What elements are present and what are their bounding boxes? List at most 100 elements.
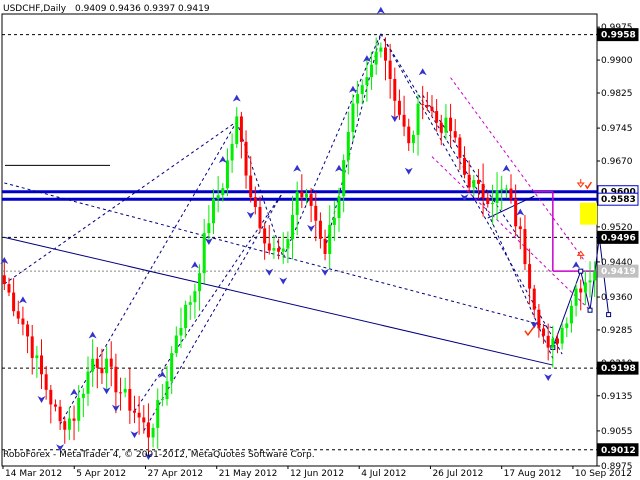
level-label-5: 0.9198 bbox=[601, 364, 636, 374]
time-tick-label: 27 Apr 2012 bbox=[147, 469, 203, 479]
candle-body bbox=[212, 198, 216, 224]
copyright-text: RoboForex - MetaTrader 4, © 2001-2012, M… bbox=[3, 450, 315, 460]
candle-body bbox=[156, 400, 160, 428]
candle-body bbox=[481, 183, 485, 198]
time-tick-label: 14 Mar 2012 bbox=[5, 469, 62, 479]
price-tick-label: 0.9135 bbox=[601, 392, 633, 402]
price-chart[interactable]: 0.99750.99000.98250.97450.96700.95950.95… bbox=[0, 0, 640, 480]
candle-body bbox=[114, 366, 118, 393]
level-label-0: 0.9958 bbox=[601, 31, 636, 41]
candle-body bbox=[593, 271, 597, 281]
candle-body bbox=[53, 404, 57, 407]
chart-window[interactable]: 0.99750.99000.98250.97450.96700.95950.95… bbox=[0, 0, 640, 480]
time-tick-label: 12 Jun 2012 bbox=[290, 469, 344, 479]
candle-body bbox=[421, 103, 425, 105]
candle-body bbox=[518, 226, 522, 230]
candle-body bbox=[100, 367, 104, 374]
time-tick-label: 10 Sep 2012 bbox=[575, 469, 632, 479]
candle-body bbox=[49, 389, 53, 405]
time-tick-label: 4 Jul 2012 bbox=[361, 469, 406, 479]
candle-body bbox=[216, 195, 220, 199]
candle-body bbox=[7, 284, 11, 293]
symbol-label: USDCHF,Daily bbox=[3, 4, 67, 14]
price-tick-label: 0.9745 bbox=[601, 124, 633, 134]
candle-body bbox=[35, 355, 39, 359]
candle-body bbox=[86, 371, 90, 394]
candle-body bbox=[588, 280, 592, 283]
candle-body bbox=[16, 311, 20, 319]
candle-body bbox=[202, 233, 206, 274]
candle-body bbox=[551, 338, 555, 348]
candle-body bbox=[407, 126, 411, 144]
time-tick-label: 5 Apr 2012 bbox=[76, 469, 126, 479]
candle-body bbox=[342, 160, 346, 197]
candle-body bbox=[119, 392, 123, 394]
candle-body bbox=[458, 137, 462, 158]
candle-body bbox=[356, 94, 360, 104]
level-label-2: 0.9583 bbox=[601, 195, 636, 205]
candle-body bbox=[370, 64, 374, 78]
candle-body bbox=[160, 399, 164, 401]
candle-body bbox=[379, 47, 383, 52]
price-tick-label: 0.9670 bbox=[601, 157, 633, 167]
candle-body bbox=[411, 134, 415, 144]
candle-body bbox=[439, 122, 443, 133]
candle-body bbox=[472, 180, 476, 188]
candle-body bbox=[193, 291, 197, 303]
candle-body bbox=[393, 78, 397, 101]
level-label-4: 0.9419 bbox=[601, 267, 636, 277]
price-tick-label: 0.9825 bbox=[601, 89, 633, 99]
candle-body bbox=[486, 197, 490, 205]
candle-body bbox=[574, 288, 578, 306]
candle-body bbox=[583, 282, 587, 293]
candle-body bbox=[225, 160, 229, 189]
candle-body bbox=[58, 406, 62, 422]
candle-body bbox=[281, 248, 285, 252]
candle-body bbox=[332, 218, 336, 225]
candle-body bbox=[528, 264, 532, 289]
candle-body bbox=[21, 318, 25, 325]
candle-body bbox=[569, 305, 573, 324]
candle-body bbox=[514, 199, 518, 227]
candle-body bbox=[416, 103, 420, 135]
candle-body bbox=[388, 60, 392, 79]
candle-body bbox=[235, 116, 239, 144]
candle-body bbox=[128, 388, 132, 411]
candle-body bbox=[532, 288, 536, 310]
candle-body bbox=[579, 288, 583, 293]
time-tick-label: 26 Jul 2012 bbox=[432, 469, 483, 479]
time-tick-label: 21 May 2012 bbox=[219, 469, 278, 479]
candle-body bbox=[67, 418, 71, 430]
target-zone-box bbox=[580, 202, 597, 225]
candle-body bbox=[309, 193, 313, 206]
candle-body bbox=[435, 111, 439, 123]
candle-body bbox=[300, 191, 304, 198]
candle-body bbox=[565, 323, 569, 328]
candle-body bbox=[449, 117, 453, 132]
candle-body bbox=[351, 103, 355, 132]
candle-body bbox=[137, 412, 141, 418]
candle-body bbox=[12, 292, 16, 312]
forecast-node-2 bbox=[587, 307, 593, 313]
candle-body bbox=[346, 131, 350, 161]
candle-body bbox=[318, 220, 322, 239]
level-label-3: 0.9496 bbox=[601, 233, 636, 243]
candle-body bbox=[304, 193, 308, 198]
candle-body bbox=[383, 47, 387, 61]
candle-body bbox=[328, 224, 332, 254]
candle-body bbox=[170, 353, 174, 382]
candle-body bbox=[253, 197, 257, 207]
candle-body bbox=[495, 190, 499, 203]
candle-body bbox=[291, 214, 295, 240]
candle-body bbox=[188, 302, 192, 305]
candle-body bbox=[207, 223, 211, 234]
candle-body bbox=[30, 336, 34, 359]
candle-body bbox=[26, 324, 30, 337]
candle-body bbox=[560, 327, 564, 344]
candle-body bbox=[72, 418, 76, 421]
candle-body bbox=[463, 157, 467, 175]
candle-body bbox=[323, 238, 327, 254]
candle-body bbox=[476, 180, 480, 184]
price-tick-label: 0.9900 bbox=[601, 56, 633, 66]
candle-body bbox=[105, 358, 109, 374]
